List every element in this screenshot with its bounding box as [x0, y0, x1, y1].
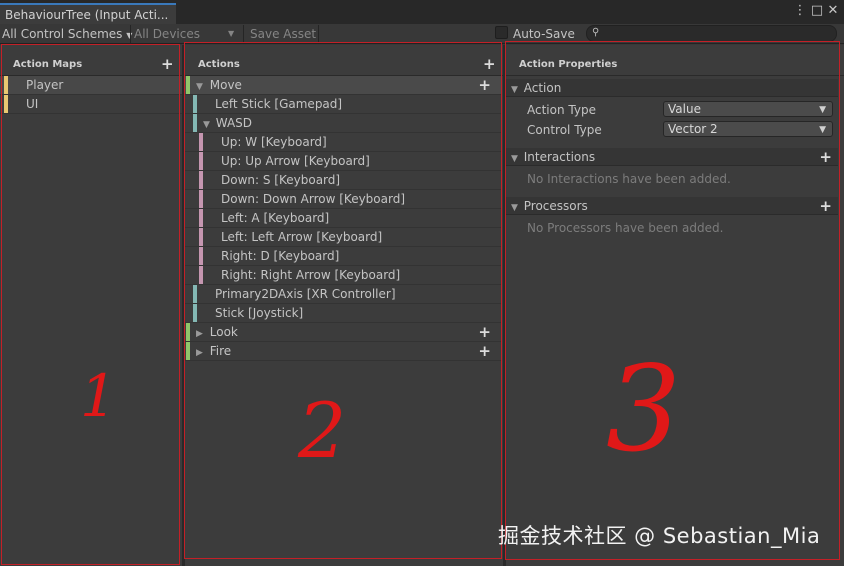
watermark: 掘金技术社区 @ Sebastian_Mia	[498, 524, 821, 548]
control-schemes-label: All Control Schemes	[2, 27, 123, 41]
search-icon: ⚲	[592, 27, 600, 38]
devices-label: All Devices	[134, 27, 200, 41]
close-icon[interactable]: ✕	[826, 4, 840, 18]
save-asset-button[interactable]: Save Asset	[250, 25, 316, 43]
annotation-number-3: 3	[606, 340, 682, 478]
control-schemes-dropdown[interactable]: All Control Schemes ▼	[2, 25, 132, 43]
annotation-box-3	[505, 41, 840, 560]
annotation-number-2: 2	[298, 386, 347, 475]
more-menu-icon[interactable]: ⋮	[793, 4, 807, 18]
chevron-down-icon: ▼	[228, 29, 235, 38]
toolbar-divider	[243, 25, 244, 43]
auto-save-checkbox[interactable]	[495, 26, 508, 39]
toolbar-divider	[318, 25, 319, 43]
devices-dropdown[interactable]: All Devices	[134, 25, 200, 43]
toolbar-divider	[130, 25, 131, 43]
maximize-icon[interactable]: □	[810, 4, 824, 18]
window-tab[interactable]: BehaviourTree (Input Acti...	[0, 3, 176, 24]
annotation-number-1: 1	[80, 362, 117, 430]
search-input[interactable]	[586, 25, 837, 42]
annotation-box-2	[184, 42, 502, 559]
annotation-box-1	[1, 44, 180, 565]
